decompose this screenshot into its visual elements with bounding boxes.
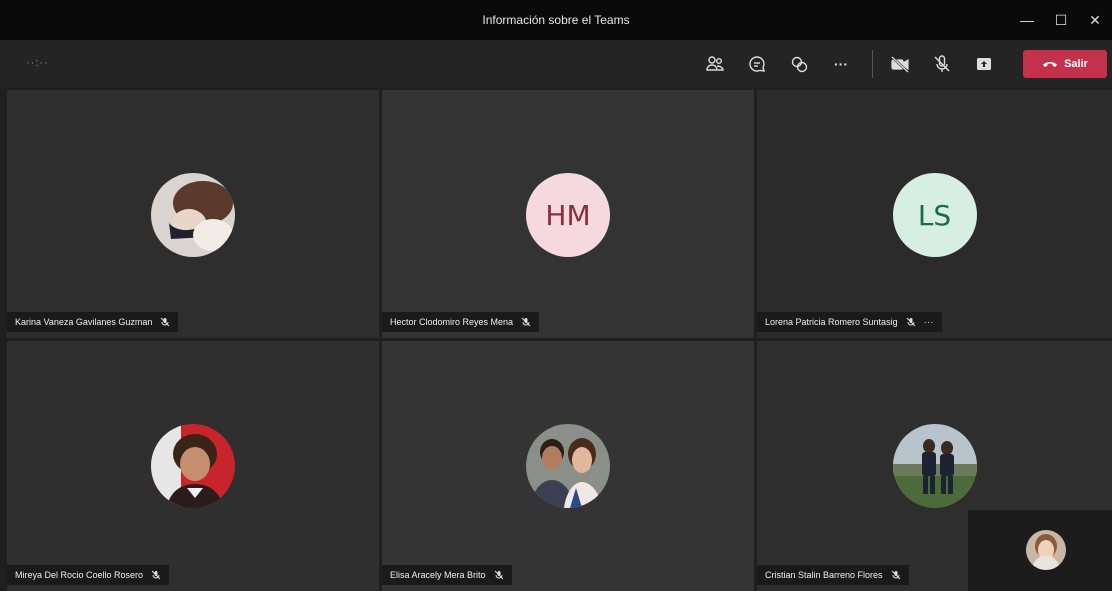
participant-name: Karina Vaneza Gavilanes Guzman: [15, 317, 153, 327]
avatar-photo: [151, 424, 235, 508]
participant-name: Elisa Aracely Mera Brito: [390, 570, 486, 580]
participant-tile[interactable]: HM Hector Clodomiro Reyes Mena: [382, 90, 754, 338]
avatar-photo: [526, 424, 610, 508]
self-avatar: [1026, 530, 1066, 570]
window-title: Información sobre el Teams: [482, 13, 630, 27]
minimize-button[interactable]: —: [1010, 0, 1044, 40]
meeting-toolbar: ··:·· ···: [0, 40, 1112, 88]
participant-grid: Karina Vaneza Gavilanes Guzman HM Hector…: [7, 90, 1112, 591]
avatar-photo: [892, 424, 977, 508]
mic-muted-icon: [151, 570, 161, 580]
avatar-photo: [151, 173, 235, 257]
participant-avatar: [151, 173, 235, 257]
meeting-timer: ··:··: [26, 57, 49, 69]
more-label: ···: [834, 56, 848, 72]
close-button[interactable]: ✕: [1078, 0, 1112, 40]
participant-tile[interactable]: Mireya Del Rocio Coello Rosero: [7, 341, 379, 591]
avatar-initials: HM: [545, 198, 591, 232]
toolbar-divider: [872, 50, 873, 78]
leave-label: Salir: [1064, 58, 1088, 70]
reactions-icon[interactable]: [784, 49, 814, 79]
participant-name-tag: Lorena Patricia Romero Suntasig ···: [757, 312, 942, 332]
window-controls: — ☐ ✕: [1010, 0, 1112, 40]
participant-name-tag: Mireya Del Rocio Coello Rosero: [7, 565, 170, 585]
avatar-initials: LS: [917, 198, 952, 232]
participant-tile[interactable]: Elisa Aracely Mera Brito: [382, 341, 754, 591]
share-icon[interactable]: [969, 49, 999, 79]
participant-more-button[interactable]: ···: [924, 317, 934, 328]
participant-name-tag: Elisa Aracely Mera Brito: [382, 565, 512, 585]
participant-name-tag: Cristian Stalin Barreno Flores: [757, 565, 909, 585]
participant-avatar: [892, 424, 977, 508]
participant-tile[interactable]: Karina Vaneza Gavilanes Guzman: [7, 90, 379, 338]
self-view-preview[interactable]: [968, 510, 1112, 591]
mic-muted-icon: [906, 317, 915, 327]
participant-avatar: [151, 424, 235, 508]
participant-tile[interactable]: LS Lorena Patricia Romero Suntasig ···: [757, 90, 1112, 338]
mic-muted-icon: [521, 317, 531, 327]
toolbar-actions: ···: [700, 40, 1011, 88]
phone-hangup-icon: [1043, 62, 1058, 67]
participant-name-tag: Karina Vaneza Gavilanes Guzman: [7, 312, 179, 332]
participant-name: Mireya Del Rocio Coello Rosero: [15, 570, 144, 580]
avatar-photo: [1026, 530, 1066, 570]
maximize-button[interactable]: ☐: [1044, 0, 1078, 40]
camera-off-icon[interactable]: [885, 49, 915, 79]
participant-name-tag: Hector Clodomiro Reyes Mena: [382, 312, 540, 332]
mic-muted-icon: [494, 570, 503, 580]
mic-muted-icon: [161, 317, 170, 327]
participants-icon[interactable]: [700, 49, 730, 79]
title-bar: Información sobre el Teams — ☐ ✕: [0, 0, 1112, 40]
chat-icon[interactable]: [742, 49, 772, 79]
more-icon[interactable]: ···: [826, 49, 856, 79]
mic-muted-icon: [891, 570, 900, 580]
participant-name: Cristian Stalin Barreno Flores: [765, 570, 883, 580]
participant-avatar: [526, 424, 610, 508]
participant-avatar: LS: [892, 173, 977, 257]
leave-button[interactable]: Salir: [1023, 50, 1107, 78]
participant-avatar: HM: [526, 173, 610, 257]
mic-off-icon[interactable]: [927, 49, 957, 79]
participant-name: Lorena Patricia Romero Suntasig: [765, 317, 898, 327]
participant-name: Hector Clodomiro Reyes Mena: [390, 317, 514, 327]
